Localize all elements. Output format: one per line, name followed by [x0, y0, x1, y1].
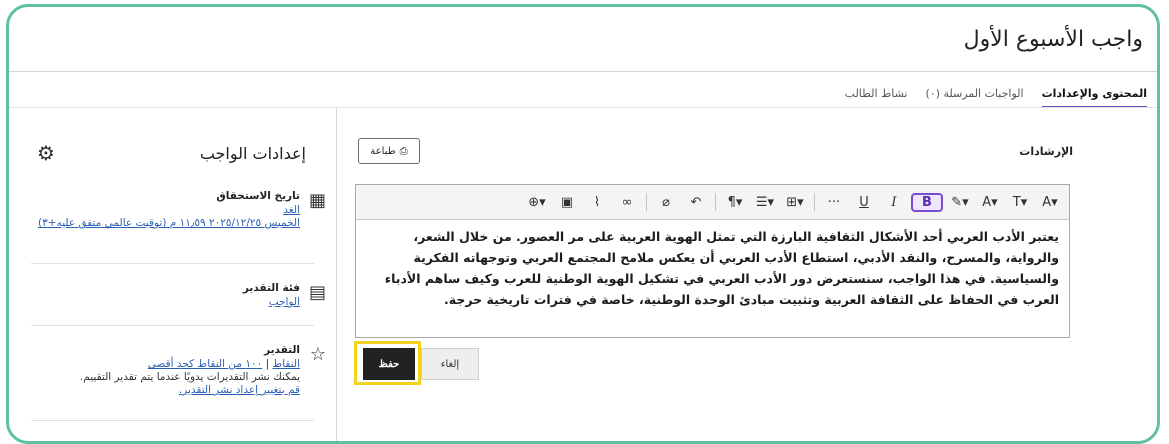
divider [31, 325, 314, 326]
tab-content-settings[interactable]: المحتوى والإعدادات [1041, 83, 1147, 108]
font-color-button[interactable]: A▾ [977, 193, 1003, 212]
grade-category-label: فئة التقدير [242, 282, 300, 294]
document-icon: ▤ [308, 282, 326, 303]
grading-note: يمكنك نشر التقديرات يدويًا عندما يتم تقد… [79, 371, 300, 383]
align-button[interactable]: ☰▾ [752, 193, 778, 212]
undo-button[interactable]: ↶ [683, 193, 709, 212]
more-button[interactable]: ··· [821, 193, 847, 212]
cancel-button[interactable]: إلغاء [421, 348, 479, 380]
clear-format-button[interactable]: ⌀ [653, 193, 679, 212]
grading-label: التقدير [264, 344, 300, 356]
print-label: طباعة [370, 145, 396, 157]
save-button[interactable]: حفظ [363, 348, 415, 380]
divider [31, 263, 314, 264]
table-button[interactable]: ⊞▾ [782, 193, 808, 212]
due-date-section: ▦ تاريخ الاستحقاق الغد الخميس ٢٠٢٥/١٢/٢٥… [26, 190, 326, 230]
toolbar-separator [646, 193, 647, 211]
image-button[interactable]: ▣ [554, 193, 580, 212]
grading-max-points-link[interactable]: ١٠٠ من النقاط كحد أقصى [148, 358, 262, 370]
highlight-button[interactable]: ✎▾ [947, 193, 973, 212]
link-button[interactable]: ∞ [614, 193, 640, 212]
grading-points-row: النقاط | ١٠٠ من النقاط كحد أقصى [26, 358, 300, 371]
bold-button[interactable]: B [911, 192, 943, 212]
gear-icon[interactable]: ⚙ [37, 141, 55, 165]
text-style-button[interactable]: A▾ [1037, 193, 1063, 212]
calendar-icon: ▦ [308, 190, 326, 211]
rich-text-editor[interactable]: A▾ T▾ A▾ ✎▾ B I U ··· ⊞▾ ☰▾ ¶▾ ↶ ⌀ ∞ ⌇ ▣… [355, 184, 1070, 338]
page-title: واجب الأسبوع الأول [963, 27, 1143, 52]
header-divider [9, 71, 1157, 72]
grading-publish-link[interactable]: قم بتغيير إعداد نشر التقدير. [26, 384, 300, 397]
settings-title: إعدادات الواجب [199, 144, 306, 163]
grade-category-link[interactable]: الواجب [26, 296, 300, 309]
editor-toolbar: A▾ T▾ A▾ ✎▾ B I U ··· ⊞▾ ☰▾ ¶▾ ↶ ⌀ ∞ ⌇ ▣… [356, 185, 1069, 220]
settings-panel: إعدادات الواجب ⚙ ▦ تاريخ الاستحقاق الغد … [9, 108, 337, 441]
attach-button[interactable]: ⌇ [584, 193, 610, 212]
due-date-link-tomorrow[interactable]: الغد [26, 204, 300, 217]
editor-content[interactable]: يعتبر الأدب العربي أحد الأشكال الثقافية … [356, 220, 1069, 310]
font-size-button[interactable]: T▾ [1007, 193, 1033, 212]
underline-button[interactable]: U [851, 193, 877, 212]
due-date-link-full[interactable]: الخميس ٢٠٢٥/١٢/٢٥ ١١٫٥٩ م (توقيت عالمي م… [26, 217, 300, 230]
tab-bar: المحتوى والإعدادات الواجبات المرسلة (٠) … [845, 83, 1147, 108]
rubric-icon: ☆ [309, 344, 326, 365]
divider [31, 420, 314, 421]
grading-points-link[interactable]: النقاط [272, 358, 300, 370]
toolbar-separator [814, 193, 815, 211]
tab-student-activity[interactable]: نشاط الطالب [845, 83, 908, 108]
insert-button[interactable]: ⊕▾ [524, 193, 550, 212]
toolbar-separator [715, 193, 716, 211]
tab-submissions[interactable]: الواجبات المرسلة (٠) [926, 83, 1024, 108]
app-frame: واجب الأسبوع الأول المحتوى والإعدادات ال… [6, 4, 1160, 444]
due-date-label: تاريخ الاستحقاق [216, 190, 300, 202]
print-button[interactable]: طباعة ⎙ [358, 138, 420, 164]
italic-button[interactable]: I [881, 193, 907, 212]
grade-category-section: ▤ فئة التقدير الواجب [26, 282, 326, 309]
paragraph-button[interactable]: ¶▾ [722, 193, 748, 212]
instructions-label: الإرشادات [1019, 145, 1073, 158]
grading-separator: | [265, 358, 270, 370]
printer-icon: ⎙ [399, 145, 408, 157]
grading-section: ☆ التقدير النقاط | ١٠٠ من النقاط كحد أقص… [26, 344, 326, 397]
